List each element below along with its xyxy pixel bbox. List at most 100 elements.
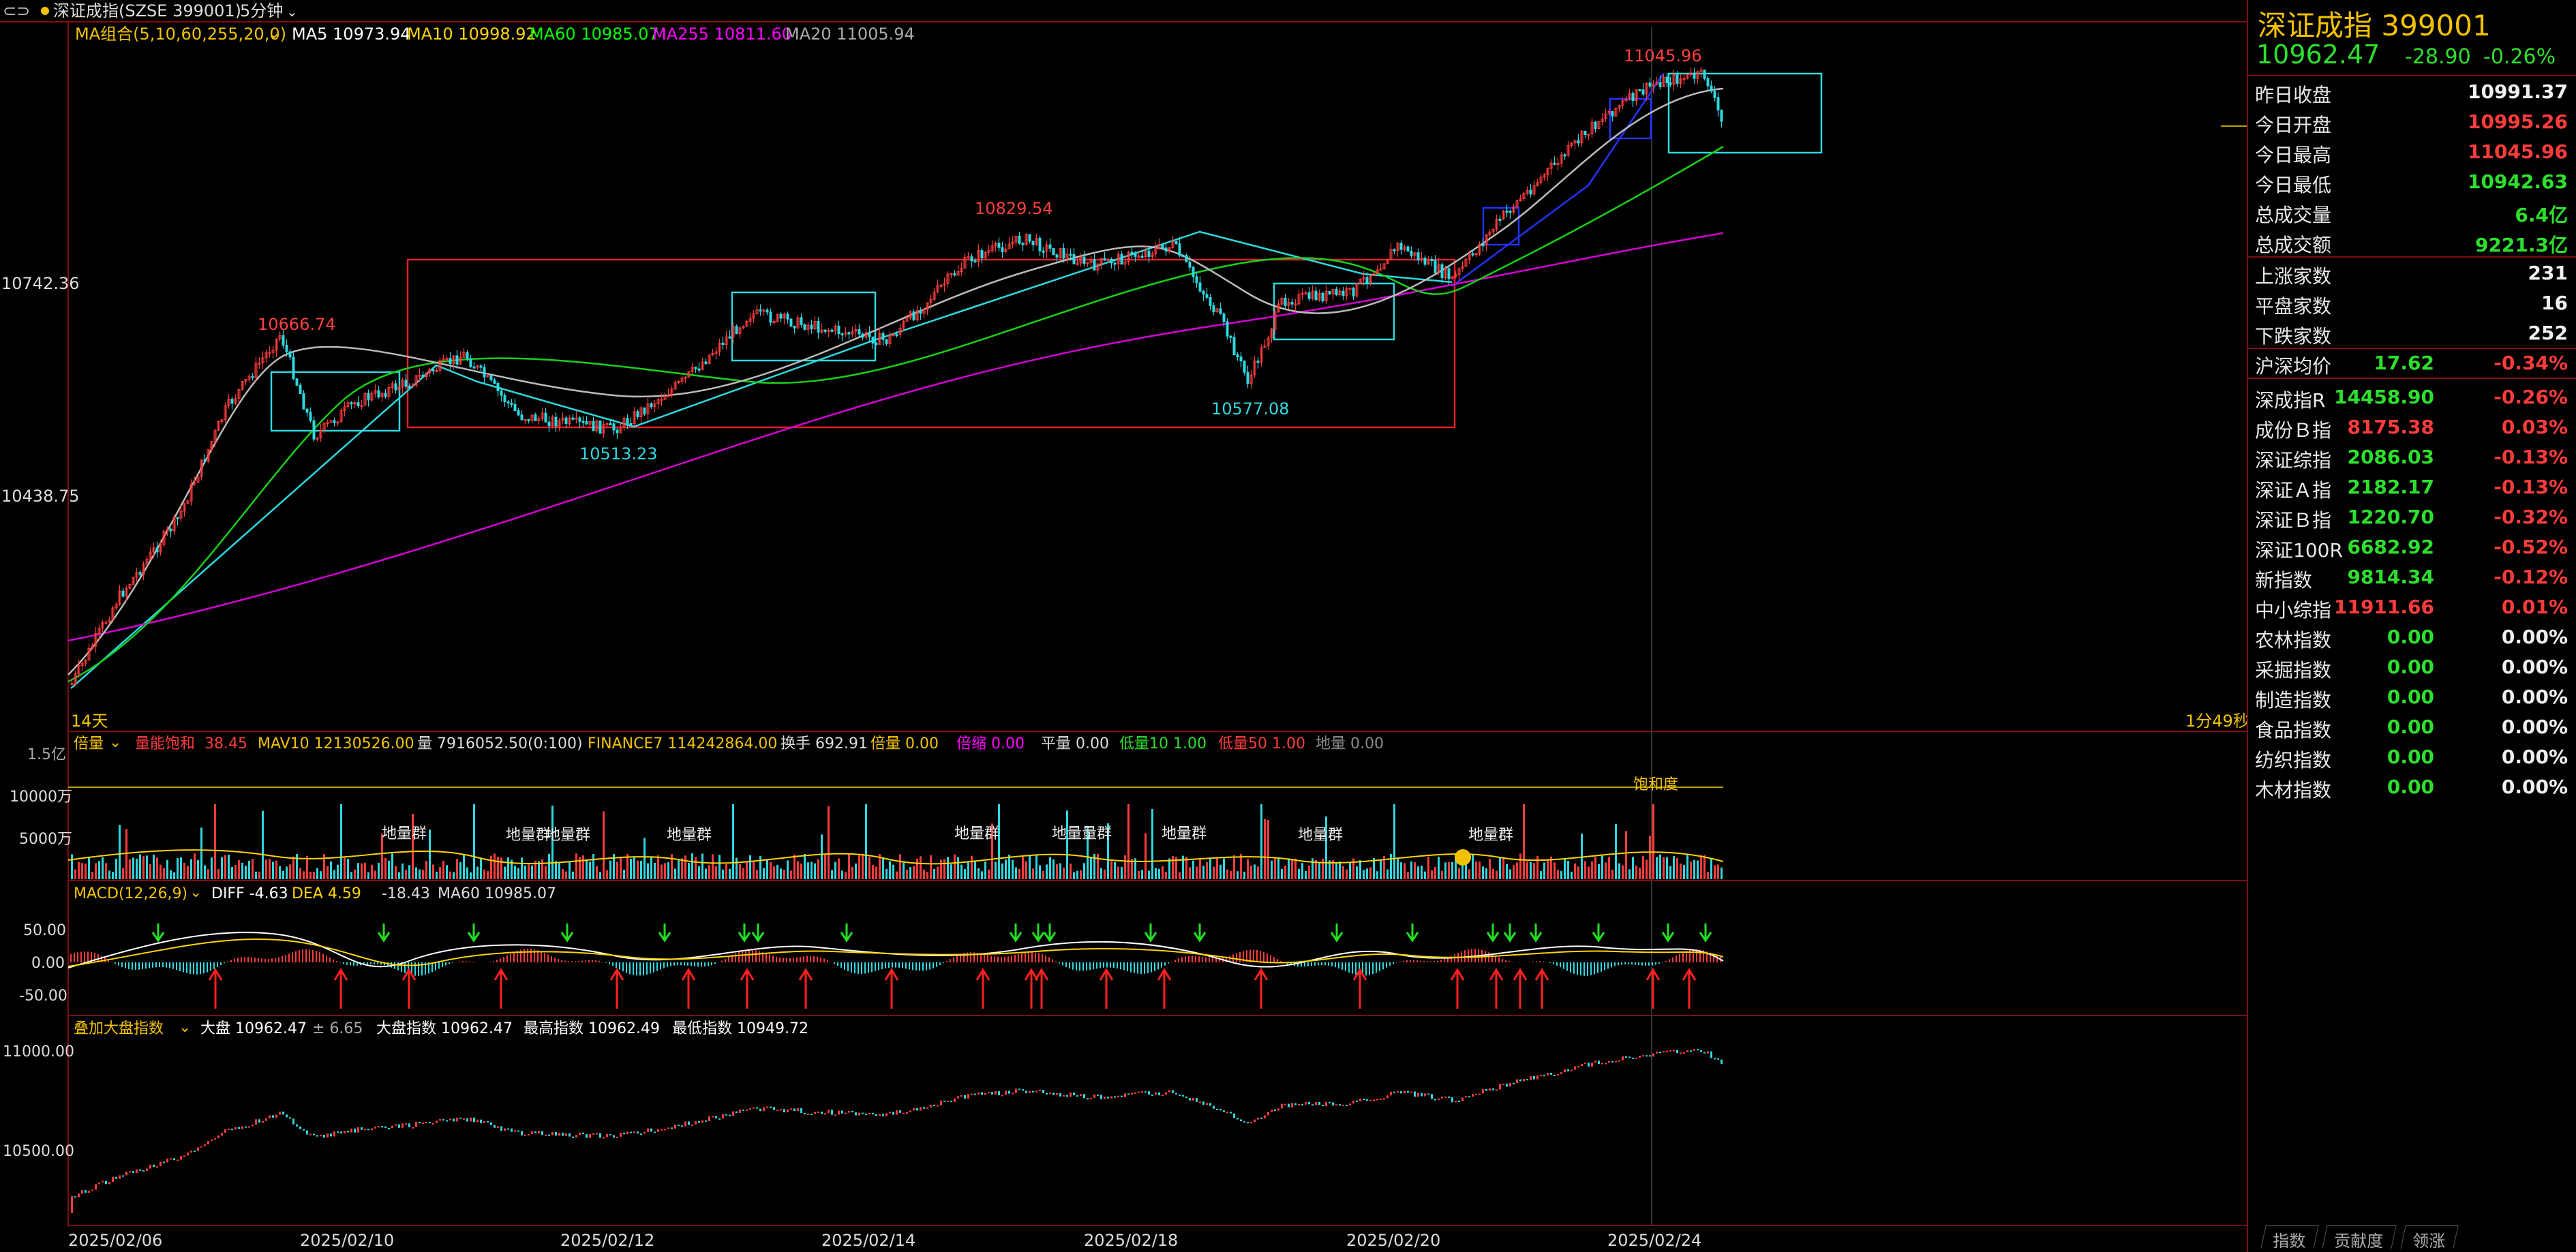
volume-bar	[1622, 865, 1624, 879]
candle-body	[875, 343, 878, 346]
volume-bar	[855, 863, 857, 879]
overlay-candle	[125, 1172, 127, 1176]
side-row-indices-11[interactable]: 食品指数 0.00 0.00%	[2248, 712, 2576, 742]
chart-area[interactable]: ⊂⊃ 深证成指(SZSE 399001) 5分钟 ⌄ MA组合(5,10,60,…	[0, 0, 2247, 1252]
side-row-indices-13[interactable]: 木材指数 0.00 0.00%	[2248, 772, 2576, 801]
volume-bar	[1676, 857, 1678, 879]
volume-bar	[1479, 861, 1481, 879]
overlay-candle	[933, 1105, 935, 1107]
side-row-stats-4[interactable]: 总成交量 6.4亿	[2248, 196, 2576, 226]
side-row-indices-2[interactable]: 深证综指 2086.03 -0.13%	[2248, 442, 2576, 472]
side-row-stats-3[interactable]: 今日最低 10942.63	[2248, 166, 2576, 196]
side-row-stats-1[interactable]: 今日开盘 10995.26	[2248, 106, 2576, 136]
side-row-stats-0[interactable]: 昨日收盘 10991.37	[2248, 76, 2576, 106]
overlay-candle	[238, 1127, 240, 1129]
overlay-chevron-icon[interactable]: ⌄	[179, 1019, 191, 1036]
side-row-indices-8[interactable]: 农林指数 0.00 0.00%	[2248, 622, 2576, 652]
volume-bar	[736, 857, 738, 879]
volume-bar	[664, 863, 666, 879]
volume-bar	[531, 865, 533, 879]
overlay-candle	[231, 1129, 233, 1131]
overlay-candle	[1230, 1112, 1232, 1114]
candle-body	[1120, 254, 1123, 265]
overlay-candle	[1523, 1079, 1525, 1082]
volume-bar	[1039, 865, 1041, 879]
volume-bar	[708, 865, 710, 879]
overlay-candle	[1059, 1093, 1061, 1097]
overlay-name[interactable]: 叠加大盘指数	[74, 1020, 164, 1037]
volume-bar	[1165, 872, 1167, 879]
tab-index[interactable]: 指数	[2260, 1225, 2319, 1251]
side-row-breadth-0[interactable]: 上涨家数 231	[2248, 258, 2576, 288]
tab-contribution[interactable]: 贡献度	[2322, 1225, 2397, 1251]
volume-indicator-name[interactable]: 倍量	[74, 735, 104, 752]
overlay-candle	[473, 1117, 475, 1123]
overlay-candle	[483, 1120, 485, 1124]
volume-bar	[1618, 863, 1620, 879]
overlay-candle	[572, 1136, 574, 1138]
macd-name[interactable]: MACD(12,26,9)	[74, 885, 187, 902]
candle-body	[1093, 259, 1096, 271]
side-row-indices-6[interactable]: 新指数 9814.34 -0.12%	[2248, 562, 2576, 592]
overlay-candle	[957, 1096, 959, 1099]
overlay-candle	[678, 1125, 680, 1127]
overlay-candle	[1536, 1075, 1539, 1080]
period-select[interactable]: 5分钟	[240, 1, 283, 20]
side-row-indices-3[interactable]: 深证Ａ指 2182.17 -0.13%	[2248, 472, 2576, 502]
volume-bar	[1124, 855, 1126, 879]
side-row-indices-1[interactable]: 成份Ｂ指 8175.38 0.03%	[2248, 412, 2576, 442]
overlay-candle	[879, 1114, 881, 1116]
overlay-candle	[194, 1150, 196, 1152]
overlay-candle	[753, 1107, 755, 1109]
overlay-candle	[1179, 1094, 1181, 1096]
side-row-label: 今日最低	[2255, 174, 2332, 196]
volume-bar	[903, 862, 905, 879]
side-row-indices-9[interactable]: 采掘指数 0.00 0.00%	[2248, 652, 2576, 682]
volume-bar	[156, 857, 158, 879]
side-row-value: 231	[2528, 262, 2568, 284]
volume-bar	[906, 869, 908, 879]
volume-bar	[1380, 860, 1382, 879]
volume-bar	[1707, 872, 1709, 879]
volume-bar	[1059, 863, 1061, 879]
side-row-stats-5[interactable]: 总成交额 9221.3亿	[2248, 226, 2576, 256]
candlestick-series[interactable]	[70, 67, 1723, 687]
overlay-candle	[1475, 1093, 1477, 1095]
overlay-candle	[241, 1126, 243, 1129]
candle-body	[309, 412, 312, 421]
side-row-indices-10[interactable]: 制造指数 0.00 0.00%	[2248, 682, 2576, 712]
side-row-indices-7[interactable]: 中小综指 11911.66 0.01%	[2248, 592, 2576, 622]
volume-bar	[828, 806, 830, 879]
side-row-breadth-2[interactable]: 下跌家数 252	[2248, 318, 2576, 348]
volume-bar	[1448, 862, 1450, 879]
candle-body	[500, 391, 503, 396]
overlay-dapan: 大盘 10962.47	[200, 1020, 307, 1037]
ma-combo[interactable]: MA组合(5,10,60,255,20,0)	[75, 25, 286, 44]
macd-chevron-icon[interactable]: ⌄	[190, 884, 202, 901]
buy-arrow-icon	[740, 968, 755, 1009]
side-row-hs-avg[interactable]: 沪深均价 17.62 -0.34%	[2248, 348, 2576, 378]
volume-bar	[746, 861, 748, 879]
overlay-candle	[708, 1116, 710, 1122]
period-chevron-icon[interactable]: ⌄	[286, 3, 298, 20]
candle-body	[1130, 251, 1134, 254]
overlay-candle	[1496, 1089, 1498, 1091]
overlay-candle	[586, 1134, 588, 1138]
side-row-stats-2[interactable]: 今日最高 11045.96	[2248, 136, 2576, 166]
sell-arrow-icon	[1031, 923, 1045, 943]
volume-indicator-chevron-icon[interactable]: ⌄	[109, 734, 121, 751]
volume-bar	[606, 870, 608, 879]
side-row-indices-12[interactable]: 纺织指数 0.00 0.00%	[2248, 742, 2576, 772]
overlay-candle	[1434, 1099, 1436, 1101]
side-row-indices-4[interactable]: 深证Ｂ指 1220.70 -0.32%	[2248, 502, 2576, 532]
side-row-breadth-1[interactable]: 平盘家数 16	[2248, 288, 2576, 318]
tab-leaders[interactable]: 领涨	[2400, 1225, 2459, 1251]
overlay-candle	[85, 1190, 87, 1193]
overlay-candle	[555, 1132, 557, 1136]
overlay-candle	[831, 1110, 833, 1115]
side-row-indices-0[interactable]: 深成指R 14458.90 -0.26%	[2248, 382, 2576, 412]
sell-arrow-icon	[377, 923, 391, 943]
ma-combo-chevron-icon[interactable]: ⌄	[267, 23, 281, 42]
overlay-candle	[800, 1108, 802, 1114]
side-row-indices-5[interactable]: 深证100R 6682.92 -0.52%	[2248, 532, 2576, 562]
